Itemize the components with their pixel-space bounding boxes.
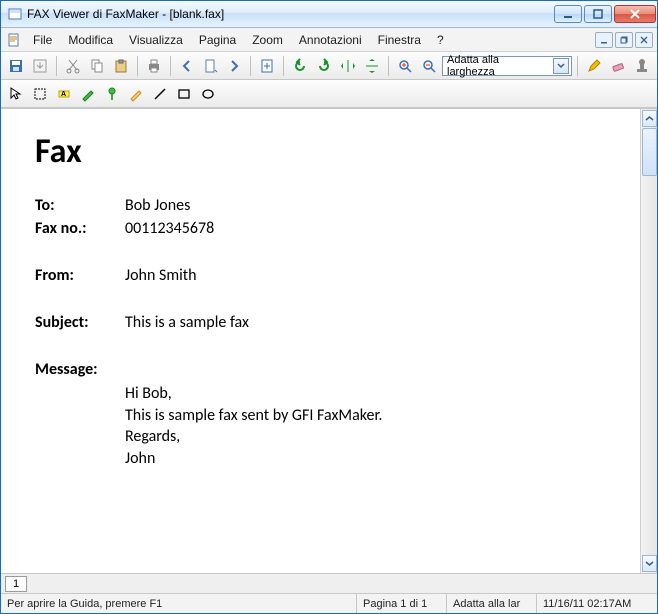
save-button[interactable] [5, 55, 27, 77]
fax-page: Fax To: Bob Jones Fax no.: 00112345678 F… [1, 109, 640, 573]
annotation-toolbar: A [1, 80, 657, 108]
copy-button[interactable] [86, 55, 108, 77]
zoom-out-button[interactable] [418, 55, 440, 77]
menu-zoom[interactable]: Zoom [244, 30, 291, 50]
label-from: From: [35, 266, 125, 285]
zoom-combo-value: Adatta alla larghezza [447, 54, 549, 78]
fax-heading: Fax [35, 131, 630, 172]
close-button[interactable] [614, 5, 656, 23]
scroll-down-button[interactable] [642, 555, 657, 572]
status-help-text: Per aprire la Guida, premere F1 [1, 594, 357, 613]
value-subject: This is a sample fax [125, 313, 249, 332]
separator [577, 56, 578, 76]
message-body: Hi Bob, This is sample fax sent by GFI F… [125, 383, 630, 469]
row-subject: Subject: This is a sample fax [35, 313, 630, 332]
document-area: Fax To: Bob Jones Fax no.: 00112345678 F… [1, 108, 657, 573]
scroll-thumb[interactable] [642, 128, 657, 176]
page-tab-strip: 1 [1, 573, 657, 593]
print-button[interactable] [143, 55, 165, 77]
label-to: To: [35, 196, 125, 215]
message-line: Hi Bob, [125, 383, 630, 405]
line-tool-button[interactable] [149, 83, 171, 105]
value-to: Bob Jones [125, 196, 190, 215]
label-faxno: Fax no.: [35, 219, 125, 238]
status-page: Pagina 1 di 1 [357, 594, 447, 613]
mdi-close-button[interactable] [635, 32, 653, 48]
message-line: This is sample fax sent by GFI FaxMaker. [125, 405, 630, 427]
freehand-tool-button[interactable] [125, 83, 147, 105]
marker-tool-button[interactable] [77, 83, 99, 105]
mdi-restore-button[interactable] [615, 32, 633, 48]
scroll-up-button[interactable] [642, 110, 657, 127]
menu-file[interactable]: File [25, 30, 60, 50]
separator [137, 56, 138, 76]
goto-page-button[interactable] [200, 55, 222, 77]
pin-tool-button[interactable] [101, 83, 123, 105]
flip-horizontal-button[interactable] [337, 55, 359, 77]
value-from: John Smith [125, 266, 197, 285]
window-controls [553, 5, 657, 23]
zoom-in-button[interactable] [394, 55, 416, 77]
window-title: FAX Viewer di FaxMaker - [blank.fax] [27, 7, 553, 21]
zoom-combo[interactable]: Adatta alla larghezza [442, 56, 572, 76]
message-line: Regards, [125, 426, 630, 448]
fit-page-button[interactable] [256, 55, 278, 77]
menu-help[interactable]: ? [429, 30, 452, 50]
rect-tool-button[interactable] [173, 83, 195, 105]
minimize-button[interactable] [554, 5, 582, 23]
rotate-left-button[interactable] [289, 55, 311, 77]
menu-view[interactable]: Visualizza [121, 30, 191, 50]
label-subject: Subject: [35, 313, 125, 332]
chevron-down-icon [553, 58, 569, 74]
separator [250, 56, 251, 76]
status-zoom: Adatta alla lar [447, 594, 537, 613]
flip-vertical-button[interactable] [361, 55, 383, 77]
menu-window[interactable]: Finestra [370, 30, 429, 50]
menu-bar: File Modifica Visualizza Pagina Zoom Ann… [1, 28, 657, 52]
main-toolbar: Adatta alla larghezza [1, 52, 657, 80]
status-bar: Per aprire la Guida, premere F1 Pagina 1… [1, 593, 657, 613]
page-tab-1[interactable]: 1 [5, 576, 27, 592]
prev-page-button[interactable] [176, 55, 198, 77]
ellipse-tool-button[interactable] [197, 83, 219, 105]
row-faxno: Fax no.: 00112345678 [35, 219, 630, 238]
row-message-label: Message: [35, 360, 630, 379]
row-from: From: John Smith [35, 266, 630, 285]
title-bar: FAX Viewer di FaxMaker - [blank.fax] [1, 1, 657, 28]
app-window: FAX Viewer di FaxMaker - [blank.fax] Fil… [0, 0, 658, 614]
menu-annotations[interactable]: Annotazioni [291, 30, 370, 50]
select-tool-button[interactable] [29, 83, 51, 105]
scroll-track[interactable] [642, 128, 657, 554]
vertical-scrollbar[interactable] [640, 109, 657, 573]
message-line: John [125, 448, 630, 470]
next-page-button[interactable] [224, 55, 246, 77]
stamp-tool-button[interactable] [631, 55, 653, 77]
eraser-tool-button[interactable] [607, 55, 629, 77]
app-icon [7, 6, 23, 22]
mdi-minimize-button[interactable] [595, 32, 613, 48]
status-datetime: 11/16/11 02:17AM [537, 594, 657, 613]
separator [388, 56, 389, 76]
separator [170, 56, 171, 76]
menu-page[interactable]: Pagina [191, 30, 244, 50]
rotate-right-button[interactable] [313, 55, 335, 77]
separator [56, 56, 57, 76]
separator [283, 56, 284, 76]
document-icon [5, 31, 23, 49]
svg-text:A: A [61, 91, 66, 98]
export-button[interactable] [29, 55, 51, 77]
row-to: To: Bob Jones [35, 196, 630, 215]
maximize-button[interactable] [584, 5, 612, 23]
mdi-controls [595, 32, 653, 48]
value-faxno: 00112345678 [125, 219, 214, 238]
paste-button[interactable] [110, 55, 132, 77]
cut-button[interactable] [62, 55, 84, 77]
pointer-tool-button[interactable] [5, 83, 27, 105]
page-canvas[interactable]: Fax To: Bob Jones Fax no.: 00112345678 F… [1, 109, 640, 573]
menu-edit[interactable]: Modifica [60, 30, 121, 50]
pen-tool-button[interactable] [583, 55, 605, 77]
label-message: Message: [35, 360, 125, 379]
highlight-tool-button[interactable]: A [53, 83, 75, 105]
